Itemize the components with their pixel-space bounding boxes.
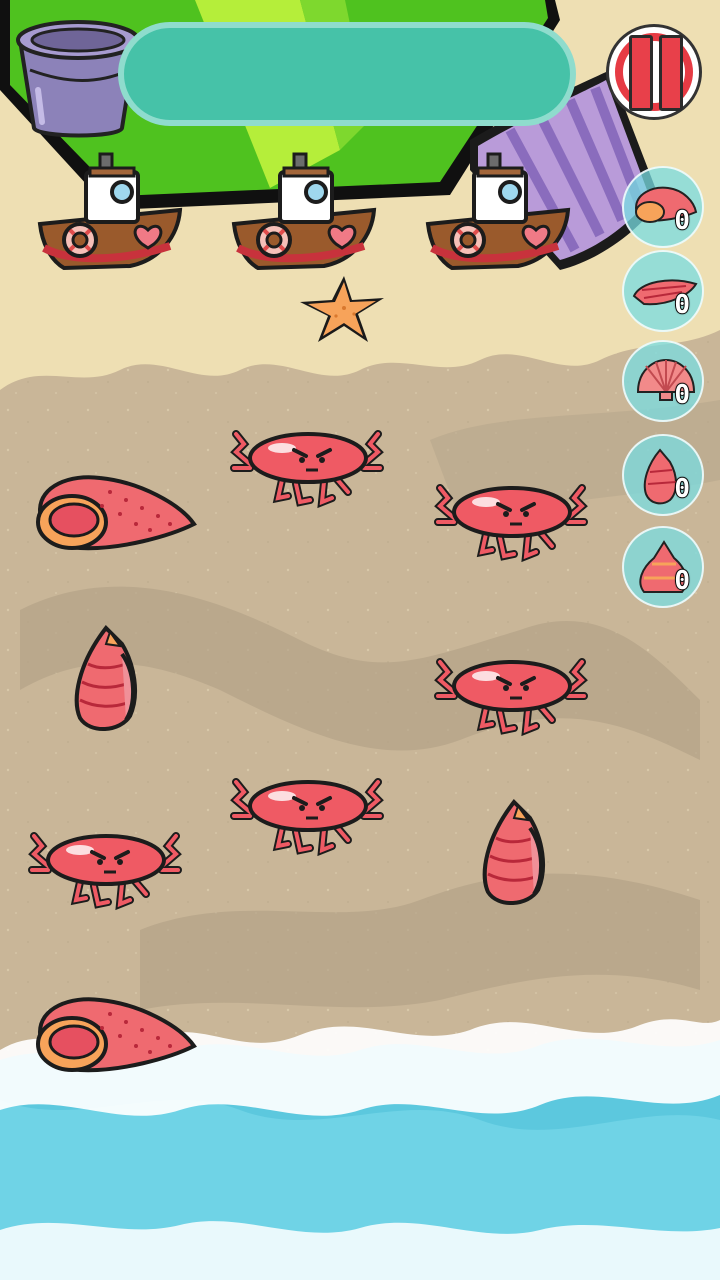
boat-icon[interactable] (30, 150, 190, 275)
shell-counter[interactable]: 0 (622, 434, 704, 516)
pause-icon (629, 35, 653, 111)
shell-count: 0 (673, 205, 691, 237)
starfish-icon[interactable] (292, 270, 392, 350)
spiral-shell-sprite[interactable] (70, 624, 140, 734)
collection-progress-bar (118, 22, 576, 126)
shell-count: 0 (673, 473, 691, 505)
pause-icon-bar (659, 35, 683, 111)
spiral-shell-sprite[interactable] (478, 798, 548, 908)
boat-icon[interactable] (418, 150, 578, 275)
crab-sprite[interactable] (28, 820, 184, 916)
conch-shell-sprite[interactable] (30, 466, 200, 561)
shell-counter[interactable]: 0 (622, 166, 704, 248)
shell-count: 0 (673, 565, 691, 597)
shell-counter[interactable]: 0 (622, 526, 704, 608)
crab-sprite[interactable] (230, 418, 386, 514)
crab-sprite[interactable] (434, 472, 590, 568)
boat-icon[interactable] (224, 150, 384, 275)
pause-button[interactable] (606, 24, 702, 120)
crab-sprite[interactable] (434, 646, 590, 742)
crab-sprite[interactable] (230, 766, 386, 862)
shell-count: 0 (673, 289, 691, 321)
shell-counter[interactable]: 0 (622, 250, 704, 332)
game-stage: 0 0 0 0 0 (0, 0, 720, 1280)
shell-count: 0 (673, 379, 691, 411)
shell-counter[interactable]: 0 (622, 340, 704, 422)
conch-shell-sprite[interactable] (30, 988, 200, 1083)
